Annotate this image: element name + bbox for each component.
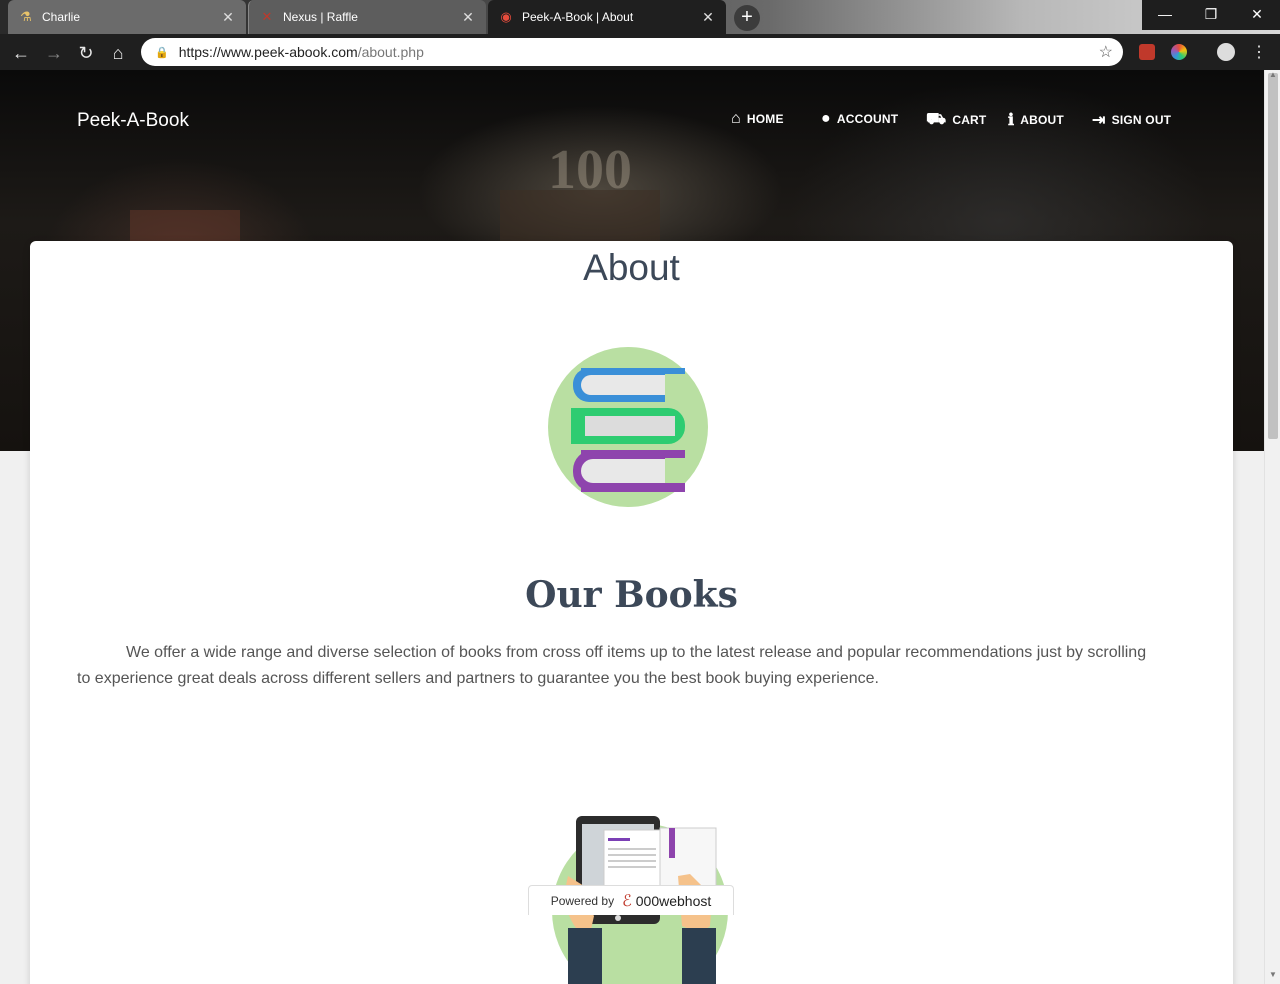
close-tab-icon[interactable]: ✕ xyxy=(460,9,476,26)
nav-home[interactable]: ⌂ HOME xyxy=(731,110,784,128)
close-window-button[interactable]: ✕ xyxy=(1234,0,1280,30)
page-viewport: 100 Peek-A-Book ⌂ HOME ● ACCOUNT ⛟ CART … xyxy=(0,70,1264,984)
nav-label: CART xyxy=(952,113,987,127)
nav-account[interactable]: ● ACCOUNT xyxy=(821,110,898,128)
books-stack-icon xyxy=(548,347,708,507)
forward-icon[interactable]: → xyxy=(43,42,65,64)
minimize-button[interactable]: — xyxy=(1142,0,1188,30)
section-paragraph: We offer a wide range and diverse select… xyxy=(77,644,1147,687)
address-bar[interactable]: 🔒 https://www.peek-abook.com/about.php ☆ xyxy=(141,38,1123,66)
menu-kebab-icon[interactable]: ⋮ xyxy=(1248,42,1270,64)
url-host: https://www.peek-abook.com xyxy=(178,44,358,60)
nav-cart[interactable]: ⛟ CART xyxy=(926,110,986,130)
powered-by-badge[interactable]: Powered by ℰ 000webhost xyxy=(528,885,734,915)
about-card: About Our Books We offer a wide range an… xyxy=(30,241,1233,984)
lips-icon: ◉ xyxy=(500,9,512,24)
tab-title: Nexus | Raffle xyxy=(283,10,358,24)
section-heading: Our Books xyxy=(525,574,738,616)
extension-color-icon[interactable] xyxy=(1171,44,1187,60)
powered-by-label: Powered by xyxy=(550,893,615,908)
page-scrollbar[interactable]: ▲ ▼ xyxy=(1264,70,1280,984)
scroll-down-icon[interactable]: ▼ xyxy=(1265,970,1280,984)
home-icon[interactable]: ⌂ xyxy=(107,42,129,64)
page-title: About xyxy=(583,247,680,288)
site-brand[interactable]: Peek-A-Book xyxy=(77,110,189,132)
nav-about[interactable]: ℹ ABOUT xyxy=(1008,110,1064,130)
tab-strip: ⚗ Charlie ✕ ✕ Nexus | Raffle ✕ ◉ Peek-A-… xyxy=(0,0,1280,34)
tab-charlie[interactable]: ⚗ Charlie ✕ xyxy=(8,0,246,34)
cross-icon: ✕ xyxy=(261,9,273,24)
tab-title: Charlie xyxy=(42,10,81,24)
close-tab-icon[interactable]: ✕ xyxy=(700,9,716,26)
user-icon: ● xyxy=(821,110,831,127)
nav-label: HOME xyxy=(746,112,784,126)
extension-shield-icon[interactable] xyxy=(1139,44,1155,60)
nav-sign-out[interactable]: ⇥ SIGN OUT xyxy=(1092,110,1171,130)
flask-icon: ⚗ xyxy=(20,9,32,24)
powered-by-brand: 000webhost xyxy=(635,892,712,909)
close-tab-icon[interactable]: ✕ xyxy=(220,9,236,26)
sign-out-icon: ⇥ xyxy=(1092,112,1106,129)
url-path: /about.php xyxy=(357,44,424,60)
webhost-logo-icon: ℰ xyxy=(622,892,632,910)
cart-icon: ⛟ xyxy=(926,111,947,128)
restore-button[interactable]: ❐ xyxy=(1188,0,1234,30)
bookmark-star-icon[interactable]: ☆ xyxy=(1099,42,1113,62)
tab-peek-a-book-about[interactable]: ◉ Peek-A-Book | About ✕ xyxy=(488,0,726,34)
nav-label: SIGN OUT xyxy=(1111,113,1172,127)
nav-label: ACCOUNT xyxy=(836,112,899,126)
tab-title: Peek-A-Book | About xyxy=(522,10,634,24)
nav-label: ABOUT xyxy=(1020,113,1064,127)
scroll-up-icon[interactable]: ▲ xyxy=(1265,70,1280,84)
profile-avatar-icon[interactable] xyxy=(1217,43,1235,61)
scrollbar-thumb[interactable] xyxy=(1268,73,1278,439)
back-icon[interactable]: ← xyxy=(10,42,32,64)
reload-icon[interactable]: ↻ xyxy=(75,42,97,64)
tab-nexus-raffle[interactable]: ✕ Nexus | Raffle ✕ xyxy=(248,0,486,34)
lock-icon: 🔒 xyxy=(155,46,169,59)
home-icon: ⌂ xyxy=(731,110,741,127)
new-tab-button[interactable]: + xyxy=(734,5,760,31)
info-icon: ℹ xyxy=(1008,112,1015,129)
